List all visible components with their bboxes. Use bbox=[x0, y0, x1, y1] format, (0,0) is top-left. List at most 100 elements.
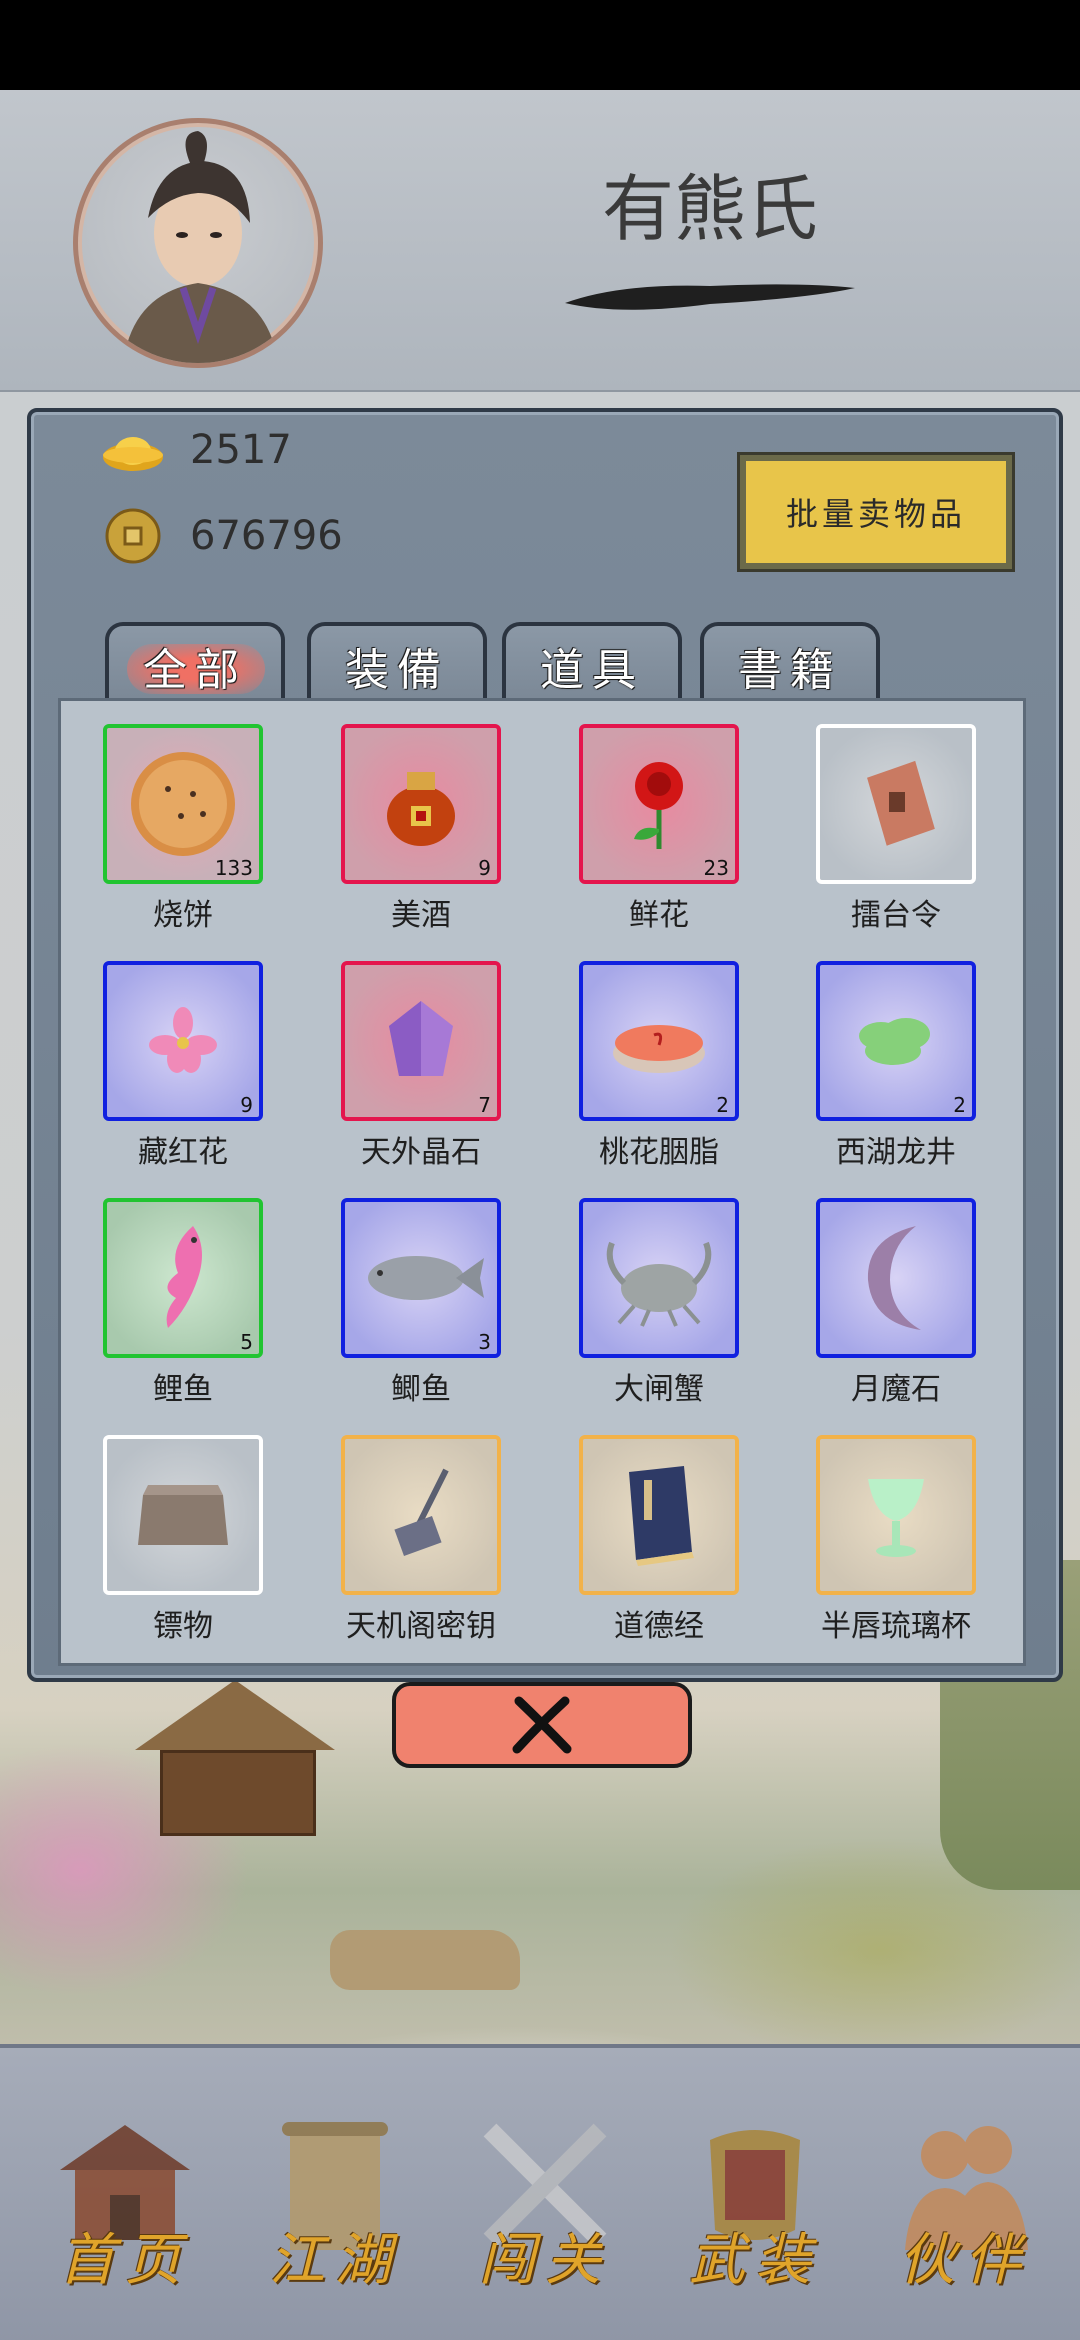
nav-label: 首页 bbox=[59, 2228, 191, 2293]
nav-label: 伙伴 bbox=[899, 2228, 1031, 2293]
key-icon bbox=[394, 1468, 449, 1556]
item-cell[interactable]: 5 鲤鱼 bbox=[103, 1198, 263, 1408]
item-cell[interactable]: 3 鲫鱼 bbox=[341, 1198, 501, 1408]
item-slot[interactable] bbox=[579, 1435, 739, 1595]
item-name: 桃花胭脂 bbox=[599, 1135, 719, 1170]
item-cell[interactable]: 月魔石 bbox=[816, 1198, 976, 1408]
nav-partners[interactable]: 伙伴 bbox=[860, 2080, 1070, 2320]
copper-coin-icon bbox=[105, 508, 161, 564]
nav-label: 闯关 bbox=[479, 2228, 611, 2293]
item-cell[interactable]: 擂台令 bbox=[816, 724, 976, 934]
item-cell[interactable]: 半唇琉璃杯 bbox=[816, 1435, 976, 1645]
gold-ingot-counter: 2517 bbox=[100, 425, 292, 475]
item-slot[interactable]: 5 bbox=[103, 1198, 263, 1358]
item-slot[interactable] bbox=[103, 1435, 263, 1595]
item-count: 9 bbox=[478, 856, 491, 880]
item-slot[interactable]: 133 bbox=[103, 724, 263, 884]
close-icon bbox=[512, 1696, 572, 1754]
tab-label: 全部 bbox=[143, 645, 247, 696]
token-icon bbox=[867, 760, 935, 846]
player-name: 有熊氏 bbox=[601, 167, 818, 251]
crab-icon bbox=[606, 1241, 712, 1327]
item-slot[interactable] bbox=[816, 724, 976, 884]
item-name: 月魔石 bbox=[851, 1372, 941, 1407]
status-bar bbox=[0, 0, 1080, 90]
avatar[interactable] bbox=[73, 118, 323, 368]
item-cell[interactable]: 9 藏红花 bbox=[103, 961, 263, 1171]
ink-brush-stroke bbox=[565, 284, 855, 310]
item-cell[interactable]: 2 桃花胭脂 bbox=[579, 961, 739, 1171]
character-portrait-icon bbox=[123, 131, 278, 363]
crystal-icon bbox=[389, 1001, 453, 1076]
moon-stone-icon bbox=[867, 1226, 921, 1330]
item-name: 美酒 bbox=[391, 898, 451, 933]
gold-ingot-icon bbox=[103, 437, 163, 471]
book-icon bbox=[629, 1466, 694, 1566]
gold-ingot-amount: 2517 bbox=[190, 427, 292, 473]
item-cell[interactable]: 2 西湖龙井 bbox=[816, 961, 976, 1171]
coin-counter: 676796 bbox=[100, 508, 343, 564]
nav-stage[interactable]: 闯关 bbox=[440, 2080, 650, 2320]
item-name: 西湖龙井 bbox=[836, 1135, 956, 1170]
item-name: 鲫鱼 bbox=[391, 1372, 451, 1407]
item-cell[interactable]: 天机阁密钥 bbox=[341, 1435, 501, 1645]
bulk-sell-button[interactable]: 批量卖物品 bbox=[737, 452, 1015, 572]
item-name: 擂台令 bbox=[851, 898, 941, 933]
tea-icon bbox=[859, 1018, 930, 1065]
item-name: 天机阁密钥 bbox=[346, 1609, 496, 1644]
item-name: 鲤鱼 bbox=[153, 1372, 213, 1407]
item-cell[interactable]: 道德经 bbox=[579, 1435, 739, 1645]
tab-label: 道具 bbox=[540, 645, 644, 696]
carp-icon bbox=[166, 1226, 202, 1328]
item-slot[interactable]: 2 bbox=[816, 961, 976, 1121]
item-slot[interactable]: 9 bbox=[341, 724, 501, 884]
item-name: 鲜花 bbox=[629, 898, 689, 933]
item-cell[interactable]: 23 鲜花 bbox=[579, 724, 739, 934]
item-cell[interactable]: 133 烧饼 bbox=[103, 724, 263, 934]
item-slot[interactable]: 2 bbox=[579, 961, 739, 1121]
item-cell[interactable]: 9 美酒 bbox=[341, 724, 501, 934]
item-cell[interactable]: 镖物 bbox=[103, 1435, 263, 1645]
background-hut bbox=[135, 1680, 335, 1836]
cargo-box-icon bbox=[138, 1485, 228, 1545]
item-slot[interactable]: 23 bbox=[579, 724, 739, 884]
tab-props[interactable]: 道具 bbox=[502, 622, 682, 706]
flatbread-icon bbox=[131, 752, 235, 856]
item-slot[interactable]: 3 bbox=[341, 1198, 501, 1358]
item-slot[interactable]: 7 bbox=[341, 961, 501, 1121]
item-count: 9 bbox=[240, 1093, 253, 1117]
rose-icon bbox=[634, 762, 683, 849]
item-count: 3 bbox=[478, 1330, 491, 1354]
nav-home[interactable]: 首页 bbox=[20, 2080, 230, 2320]
item-name: 烧饼 bbox=[153, 898, 213, 933]
item-cell[interactable]: 大闸蟹 bbox=[579, 1198, 739, 1408]
item-count: 7 bbox=[478, 1093, 491, 1117]
nav-jianghu[interactable]: 江湖 bbox=[230, 2080, 440, 2320]
saffron-icon bbox=[149, 1007, 217, 1073]
nav-label: 武装 bbox=[689, 2228, 821, 2293]
item-slot[interactable]: 9 bbox=[103, 961, 263, 1121]
item-name: 藏红花 bbox=[138, 1135, 228, 1170]
item-name: 大闸蟹 bbox=[614, 1372, 704, 1407]
tab-label: 書籍 bbox=[738, 645, 842, 696]
item-count: 23 bbox=[703, 856, 729, 880]
item-name: 天外晶石 bbox=[361, 1135, 481, 1170]
tab-equipment[interactable]: 装備 bbox=[307, 622, 487, 706]
item-count: 2 bbox=[716, 1093, 729, 1117]
rouge-icon bbox=[613, 1025, 705, 1073]
item-slot[interactable] bbox=[816, 1435, 976, 1595]
item-slot[interactable] bbox=[341, 1435, 501, 1595]
tab-all[interactable]: 全部 bbox=[105, 622, 285, 706]
item-name: 镖物 bbox=[153, 1609, 213, 1644]
coin-amount: 676796 bbox=[190, 513, 343, 559]
item-slot[interactable] bbox=[579, 1198, 739, 1358]
item-slot[interactable] bbox=[816, 1198, 976, 1358]
tab-label: 装備 bbox=[345, 645, 449, 696]
background-rock bbox=[330, 1930, 520, 1990]
item-count: 5 bbox=[240, 1330, 253, 1354]
nav-armory[interactable]: 武装 bbox=[650, 2080, 860, 2320]
crucian-fish-icon bbox=[368, 1256, 484, 1300]
item-cell[interactable]: 7 天外晶石 bbox=[341, 961, 501, 1171]
tab-books[interactable]: 書籍 bbox=[700, 622, 880, 706]
close-button[interactable] bbox=[392, 1682, 692, 1768]
